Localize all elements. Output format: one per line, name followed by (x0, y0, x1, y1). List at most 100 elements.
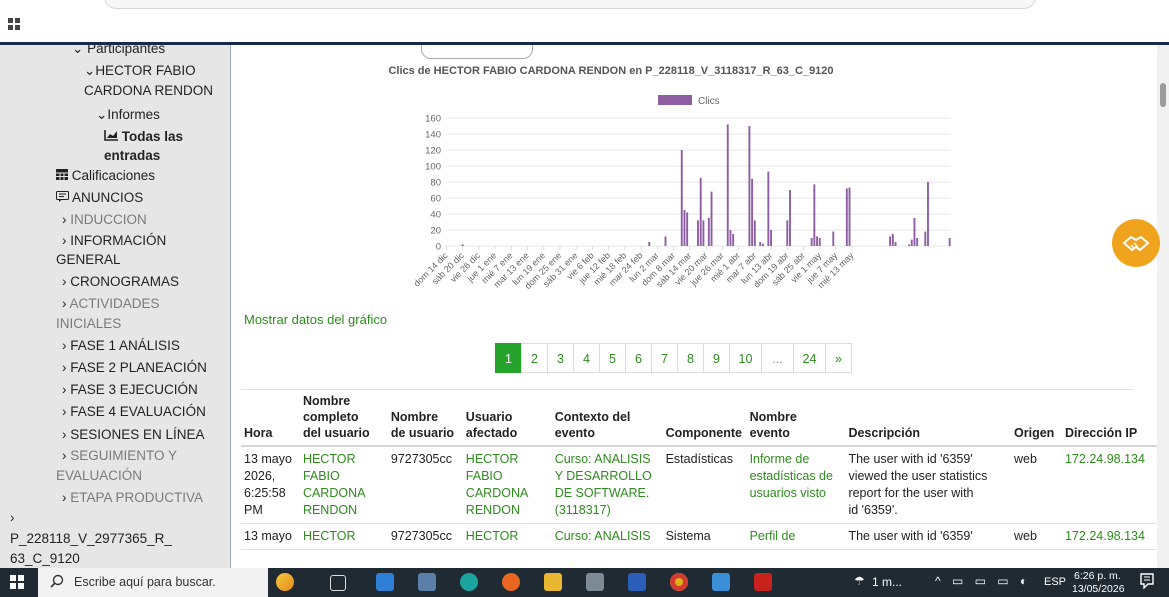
page-link[interactable]: 10 (729, 343, 762, 373)
table-icon (56, 168, 68, 183)
column-header-text: Contexto del (554, 410, 631, 424)
cell-evento[interactable]: Perfil de (746, 523, 846, 550)
column-header[interactable]: Contexto del evento (551, 389, 663, 447)
sidebar-item-etapa[interactable]: › ETAPA PRODUCTIVA (62, 488, 203, 507)
acrobat-icon[interactable] (754, 573, 772, 591)
cell-ip[interactable]: 172.24.98.134 (1061, 523, 1158, 550)
page-link[interactable]: 2 (521, 343, 548, 373)
column-header-text: Hora (244, 426, 273, 440)
chart-bar (732, 234, 735, 246)
sidebar-item-induccion[interactable]: › INDUCCION (62, 210, 147, 229)
handshake-icon[interactable] (1112, 219, 1160, 267)
sidebar-item-label: FASE 2 PLANEACIÓN (70, 360, 207, 375)
page-link[interactable]: 3 (547, 343, 574, 373)
chrome-icon[interactable] (670, 573, 688, 591)
sidebar-item-label: Calificaciones (71, 168, 156, 183)
address-bar[interactable] (104, 0, 1036, 9)
notification-icon[interactable] (1140, 573, 1154, 592)
cell-ip[interactable]: 172.24.98.134 (1061, 446, 1158, 524)
page-link[interactable]: 4 (573, 343, 600, 373)
cell-afectado[interactable]: HECTOR FABIO CARDONA RENDON (462, 446, 552, 524)
page-link[interactable]: 7 (651, 343, 678, 373)
page-link[interactable]: 8 (677, 343, 704, 373)
page-link[interactable]: 6 (625, 343, 652, 373)
page-link[interactable]: » (825, 343, 852, 373)
chart-bar (767, 171, 770, 246)
weather-text[interactable]: 1 m... (872, 575, 902, 589)
sidebar-item-informacion[interactable]: › INFORMACIÓN (62, 231, 166, 250)
sidebar-item-informes[interactable]: ⌄Informes (96, 105, 160, 124)
sidebar-item-sesiones[interactable]: › SESIONES EN LÍNEA (62, 425, 205, 444)
column-header[interactable]: Nombre evento (746, 389, 846, 447)
cell-contexto[interactable]: Curso: ANALISIS (551, 523, 663, 550)
show-chart-data-link[interactable]: Mostrar datos del gráfico (244, 312, 387, 327)
column-header[interactable]: Usuario afectado (462, 389, 552, 447)
copilot-icon[interactable] (276, 573, 294, 591)
sidebar-item-label: Participantes (87, 45, 166, 56)
chart-bar (913, 218, 916, 246)
sidebar-course-link[interactable]: P_228118_V_2977365_R_ (10, 529, 172, 548)
sidebar-item-actividades[interactable]: › ACTIVIDADES (62, 294, 160, 313)
chart-bar (910, 239, 913, 246)
column-header-text: evento (554, 426, 595, 440)
weather-icon[interactable]: ☂ (854, 574, 865, 588)
clock-time[interactable]: 6:26 p. m. (1074, 570, 1121, 582)
sidebar-item-fase3[interactable]: › FASE 3 EJECUCIÓN (62, 380, 198, 399)
toggle-button[interactable] (421, 45, 533, 59)
scrollbar-thumb[interactable] (1160, 83, 1166, 107)
sidebar-item-participantes[interactable]: ⌄ Participantes (72, 45, 165, 58)
sidebar-item-cronogramas[interactable]: › CRONOGRAMAS (62, 272, 179, 291)
task-view-icon[interactable] (330, 575, 346, 591)
clock-date[interactable]: 13/05/2026 (1072, 583, 1125, 595)
chart-bar (924, 231, 927, 246)
sidebar-item-todas-entradas[interactable]: Todas las (104, 127, 183, 146)
apps-grid-icon[interactable] (8, 18, 20, 30)
app-icon-teal[interactable] (712, 573, 730, 591)
calculator-icon[interactable] (418, 573, 436, 591)
cell-text: Y DESARROLLO (554, 469, 652, 483)
sidebar-item-fase4[interactable]: › FASE 4 EVALUACIÓN (62, 402, 206, 421)
column-header[interactable]: Dirección IP (1061, 389, 1158, 447)
sidebar-item-calificaciones[interactable]: Calificaciones (56, 166, 155, 185)
cell-text: Perfil de (749, 529, 796, 543)
sidebar-item-fase1[interactable]: › FASE 1 ANÁLISIS (62, 336, 180, 355)
windows-start-icon[interactable] (10, 575, 24, 589)
sidebar-item-anuncios[interactable]: ANUNCIOS (56, 188, 143, 207)
sidebar-item-label: INDUCCION (70, 212, 147, 227)
page-link[interactable]: 1 (495, 343, 522, 373)
sidebar-item-seguimiento[interactable]: › SEGUIMIENTO Y (62, 446, 177, 465)
page-link[interactable]: 9 (703, 343, 730, 373)
cell-nombre[interactable]: HECTOR FABIO CARDONA RENDON (299, 446, 388, 524)
cell-evento[interactable]: Informe de estadísticas de usuarios visto (746, 446, 846, 524)
cell-componente: Estadísticas (662, 446, 747, 524)
column-header[interactable]: Nombre completo del usuario (299, 389, 388, 447)
scrollbar[interactable] (1157, 45, 1169, 568)
file-explorer-icon[interactable] (544, 573, 562, 591)
column-header[interactable]: Nombre de usuario (387, 389, 463, 447)
page-link[interactable]: ... (761, 343, 794, 373)
column-header[interactable]: Componente (662, 389, 747, 447)
edge-icon[interactable] (460, 573, 478, 591)
tray-icons[interactable]: ^ ▭ ▭ ▭ ◐ (935, 574, 1031, 588)
language-indicator[interactable]: ESP (1044, 576, 1066, 588)
column-header[interactable]: Origen (1011, 389, 1062, 447)
sidebar-item-fase2[interactable]: › FASE 2 PLANEACIÓN (62, 358, 207, 377)
cell-text: report for the user with (848, 486, 974, 500)
sidebar-item-user[interactable]: ⌄HECTOR FABIO (84, 61, 196, 80)
page-link[interactable]: 5 (599, 343, 626, 373)
app-icon-grey[interactable] (586, 573, 604, 591)
taskbar-search[interactable]: Escribe aquí para buscar. (38, 568, 268, 597)
sidebar-course-link[interactable]: 63_C_9120 (10, 549, 80, 568)
app-icon-blue[interactable] (376, 573, 394, 591)
column-header[interactable]: Hora (241, 389, 300, 447)
page-link[interactable]: 24 (793, 343, 826, 373)
word-icon[interactable] (628, 573, 646, 591)
cell-contexto[interactable]: Curso: ANALISIS Y DESARROLLO DE SOFTWARE. (… (551, 446, 663, 524)
cell-nombre[interactable]: HECTOR (299, 523, 388, 550)
cell-text: estadísticas de (749, 469, 833, 483)
column-header[interactable]: Descripción (845, 389, 1012, 447)
cell-text: HECTOR (465, 529, 519, 543)
cell-afectado[interactable]: HECTOR (462, 523, 552, 550)
firefox-icon[interactable] (502, 573, 520, 591)
chevron-right-icon[interactable]: › (10, 508, 15, 527)
